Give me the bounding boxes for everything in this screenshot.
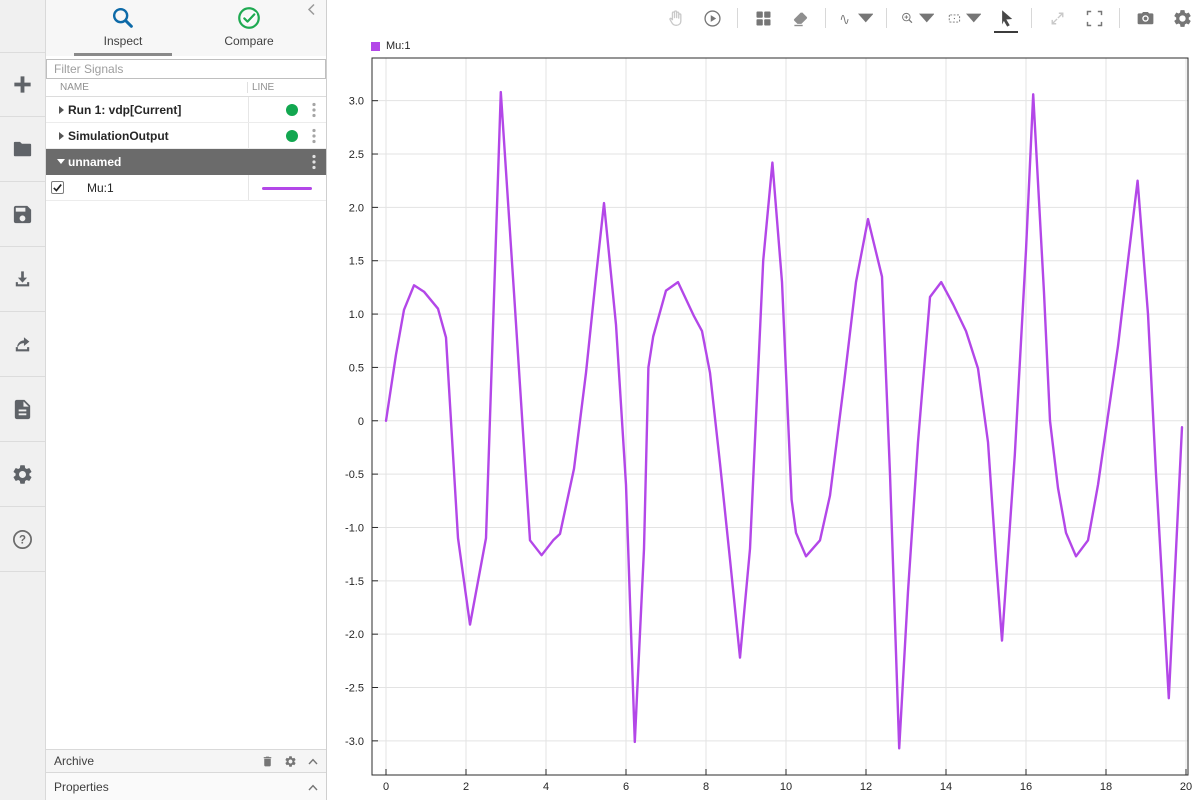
trash-icon[interactable]: [261, 755, 274, 768]
svg-text:-1.0: -1.0: [345, 522, 364, 534]
plot-canvas[interactable]: 0 2 4 6 8 10 12 14 16 18 20 3.0 2.5 2.0 1.5 1.0 0.5 0 -0.5…: [327, 0, 1200, 800]
folder-icon: [11, 138, 34, 161]
tab-compare[interactable]: Compare: [186, 0, 312, 56]
svg-text:20: 20: [1180, 781, 1192, 793]
status-dot: [286, 104, 298, 116]
row-menu-button[interactable]: [309, 154, 319, 170]
chevron-up-icon[interactable]: [308, 758, 318, 765]
help-button[interactable]: ?: [0, 507, 45, 572]
preferences-button[interactable]: [0, 442, 45, 507]
filter-row: [46, 56, 326, 79]
svg-text:4: 4: [543, 781, 549, 793]
svg-text:-3.0: -3.0: [345, 736, 364, 748]
collapse-panel-button[interactable]: [307, 3, 321, 17]
svg-text:16: 16: [1020, 781, 1032, 793]
run-row-unnamed[interactable]: unnamed: [46, 149, 326, 175]
svg-text:18: 18: [1100, 781, 1112, 793]
svg-text:-1.5: -1.5: [345, 576, 364, 588]
collapse-arrow-icon[interactable]: [54, 159, 68, 164]
status-dot: [286, 130, 298, 142]
open-button[interactable]: [0, 117, 45, 182]
svg-text:3.0: 3.0: [349, 96, 364, 108]
save-button[interactable]: [0, 182, 45, 247]
signal-row-mu1[interactable]: Mu:1: [46, 175, 326, 201]
svg-text:1.5: 1.5: [349, 256, 364, 268]
tab-inspect[interactable]: Inspect: [60, 0, 186, 56]
kebab-menu-icon: [312, 154, 316, 170]
gear-icon[interactable]: [284, 755, 297, 768]
floppy-icon: [11, 203, 34, 226]
expand-arrow-icon[interactable]: [54, 106, 68, 114]
report-button[interactable]: [0, 377, 45, 442]
document-icon: [11, 398, 34, 421]
tab-compare-label: Compare: [224, 34, 273, 48]
svg-text:?: ?: [19, 534, 26, 546]
svg-text:12: 12: [860, 781, 872, 793]
svg-text:0: 0: [383, 781, 389, 793]
check-circle-icon: [236, 5, 262, 31]
svg-text:14: 14: [940, 781, 952, 793]
svg-text:0: 0: [358, 416, 364, 428]
filter-signals-input[interactable]: [46, 59, 326, 79]
svg-text:-2.5: -2.5: [345, 683, 364, 695]
svg-text:2.0: 2.0: [349, 202, 364, 214]
check-icon: [52, 182, 63, 193]
magnifier-icon: [110, 5, 136, 31]
archive-label: Archive: [54, 754, 94, 768]
row-menu-button[interactable]: [309, 128, 319, 144]
left-toolbar: ?: [0, 0, 46, 800]
share-icon: [11, 333, 34, 356]
signal-panel: Inspect Compare NAME LINE: [46, 0, 327, 800]
svg-text:1.0: 1.0: [349, 309, 364, 321]
expand-arrow-icon[interactable]: [54, 132, 68, 140]
svg-text:-2.0: -2.0: [345, 629, 364, 641]
add-button[interactable]: [0, 52, 45, 117]
signal-checkbox[interactable]: [51, 181, 64, 194]
svg-text:0.5: 0.5: [349, 362, 364, 374]
run-label: unnamed: [68, 155, 121, 169]
export-button[interactable]: [0, 312, 45, 377]
kebab-menu-icon: [312, 128, 316, 144]
run-label: SimulationOutput: [68, 129, 169, 143]
signal-table: Run 1: vdp[Current] SimulationOutput unn…: [46, 97, 326, 201]
table-header: NAME LINE: [46, 79, 326, 97]
chevron-left-icon: [307, 3, 316, 16]
row-menu-button[interactable]: [309, 102, 319, 118]
gear-icon: [11, 463, 34, 486]
svg-text:8: 8: [703, 781, 709, 793]
question-icon: ?: [11, 528, 34, 551]
properties-label: Properties: [54, 780, 109, 794]
chevron-up-icon[interactable]: [308, 784, 318, 791]
run-row-2[interactable]: SimulationOutput: [46, 123, 326, 149]
archive-bar[interactable]: Archive: [46, 749, 326, 772]
svg-text:-0.5: -0.5: [345, 469, 364, 481]
plus-icon: [11, 73, 34, 96]
svg-text:2.5: 2.5: [349, 149, 364, 161]
run-label: Run 1: vdp[Current]: [68, 103, 181, 117]
signal-label: Mu:1: [87, 181, 114, 195]
svg-text:2: 2: [463, 781, 469, 793]
import-button[interactable]: [0, 247, 45, 312]
svg-text:6: 6: [623, 781, 629, 793]
run-row-1[interactable]: Run 1: vdp[Current]: [46, 97, 326, 123]
signal-line-swatch[interactable]: [262, 187, 312, 190]
app-window: ? Inspect Compare: [0, 0, 1200, 800]
kebab-menu-icon: [312, 102, 316, 118]
download-icon: [11, 268, 34, 291]
column-header-name: NAME: [46, 82, 247, 93]
tabbar: Inspect Compare: [46, 0, 326, 56]
chart-pane: Mu:1 024681012141618203.02.52.01.51.00.5…: [327, 0, 1200, 800]
svg-text:10: 10: [780, 781, 792, 793]
tab-inspect-label: Inspect: [104, 34, 143, 48]
bottom-bars: Archive Properties: [46, 749, 326, 800]
properties-bar[interactable]: Properties: [46, 772, 326, 800]
column-header-line: LINE: [247, 82, 326, 93]
